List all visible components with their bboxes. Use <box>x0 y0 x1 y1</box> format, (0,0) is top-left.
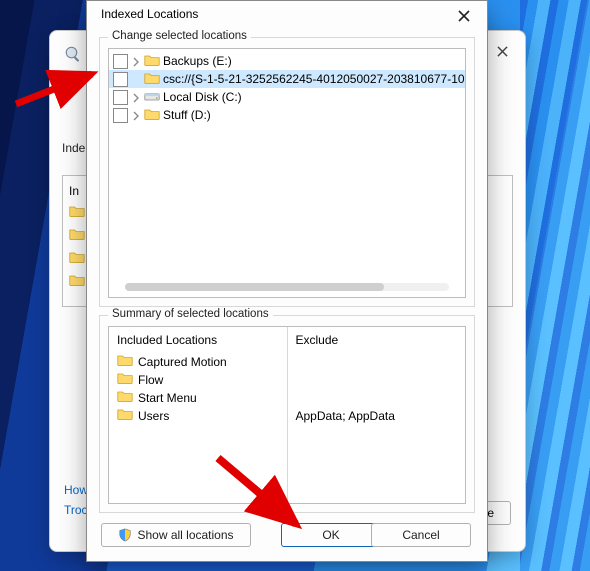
cancel-button[interactable]: Cancel <box>371 523 471 547</box>
included-item-label: Flow <box>138 373 163 387</box>
exclude-item: AppData; AppData <box>296 407 458 424</box>
drive-icon <box>144 89 160 106</box>
exclude-pane: Exclude AppData; AppData <box>287 327 466 503</box>
shield-icon <box>118 528 132 542</box>
folder-icon <box>117 353 133 370</box>
dialog-close-button[interactable] <box>445 3 483 29</box>
show-all-label: Show all locations <box>137 528 233 542</box>
included-header: Included Locations <box>117 333 279 347</box>
tree-row-label: csc://{S-1-5-21-3252562245-4012050027-20… <box>163 72 466 86</box>
desktop-background-stripe <box>520 0 590 571</box>
change-locations-group: Change selected locations Backups (E:)cs… <box>99 37 475 307</box>
tree-row-label: Stuff (D:) <box>163 108 211 122</box>
included-item[interactable]: Users <box>117 407 279 424</box>
exclude-item <box>296 353 458 370</box>
tree-row-label: Local Disk (C:) <box>163 90 242 104</box>
included-pane: Included Locations Captured Motion Flow St… <box>109 327 287 503</box>
tree-row-label: Backups (E:) <box>163 54 232 68</box>
tree-row[interactable]: csc://{S-1-5-21-3252562245-4012050027-20… <box>109 70 465 88</box>
folder-icon <box>69 227 85 244</box>
locations-tree[interactable]: Backups (E:) csc://{S-1-5-21-3252562245-4… <box>108 48 466 298</box>
summary-label: Summary of selected locations <box>108 308 273 320</box>
tree-row[interactable]: Stuff (D:) <box>109 106 465 124</box>
options-close-button[interactable] <box>485 37 519 65</box>
tree-checkbox[interactable] <box>113 54 128 69</box>
indexed-locations-dialog: Indexed Locations Change selected locati… <box>86 0 488 562</box>
folder-icon <box>144 107 160 124</box>
tree-row[interactable]: Backups (E:) <box>109 52 465 70</box>
exclude-item <box>296 371 458 388</box>
included-item[interactable]: Start Menu <box>117 389 279 406</box>
ok-button[interactable]: OK <box>281 523 381 547</box>
summary-group: Summary of selected locations Included L… <box>99 315 475 513</box>
chevron-right-icon[interactable] <box>131 92 141 102</box>
options-troubleshoot-link[interactable]: Troc <box>64 503 88 517</box>
folder-icon <box>117 389 133 406</box>
options-help-link[interactable]: How <box>64 483 88 497</box>
included-item[interactable]: Captured Motion <box>117 353 279 370</box>
chevron-right-icon[interactable] <box>131 110 141 120</box>
change-locations-label: Change selected locations <box>108 30 251 42</box>
tree-checkbox[interactable] <box>113 90 128 105</box>
tree-horizontal-scrollbar[interactable] <box>125 283 449 291</box>
summary-split: Included Locations Captured Motion Flow St… <box>108 326 466 504</box>
tree-row[interactable]: Local Disk (C:) <box>109 88 465 106</box>
folder-icon <box>69 273 85 290</box>
included-item[interactable]: Flow <box>117 371 279 388</box>
tree-checkbox[interactable] <box>113 72 128 87</box>
included-item-label: Start Menu <box>138 391 197 405</box>
folder-icon <box>144 53 160 70</box>
folder-icon <box>69 204 85 221</box>
folder-icon <box>69 250 85 267</box>
included-item-label: Captured Motion <box>138 355 227 369</box>
included-item-label: Users <box>138 409 169 423</box>
chevron-right-icon[interactable] <box>131 56 141 66</box>
folder-icon <box>144 71 160 88</box>
exclude-item <box>296 389 458 406</box>
tree-checkbox[interactable] <box>113 108 128 123</box>
show-all-locations-button[interactable]: Show all locations <box>101 523 251 547</box>
dialog-title: Indexed Locations <box>101 7 198 21</box>
exclude-header: Exclude <box>296 333 458 347</box>
folder-icon <box>117 371 133 388</box>
search-loupe-icon <box>64 45 82 63</box>
folder-icon <box>117 407 133 424</box>
